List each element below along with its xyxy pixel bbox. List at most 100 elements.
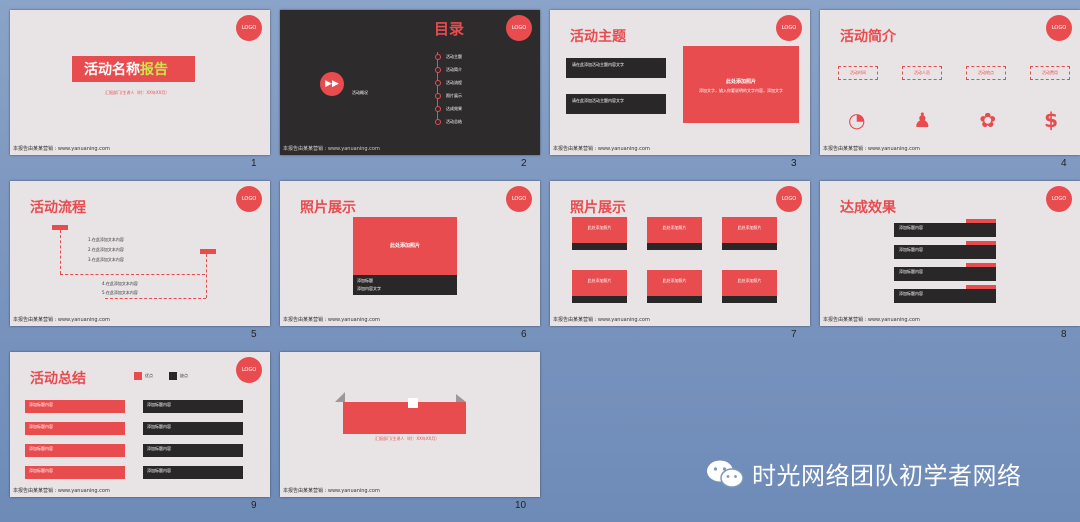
result-bars: 添加标题内容 添加标题内容 添加标题内容 添加标题内容 <box>894 219 996 304</box>
play-icon: ▶▶ <box>320 72 344 96</box>
step-item: 5.在此添加文本内容 <box>102 290 138 295</box>
slide-title: 活动流程 <box>30 200 86 216</box>
slide-number: 10 <box>515 500 527 511</box>
toc-item[interactable]: 活动总结 <box>446 119 462 125</box>
slide-number: 4 <box>1061 158 1067 169</box>
toc-item[interactable]: 活动简介 <box>446 67 462 73</box>
slide-number: 2 <box>521 158 527 169</box>
pro-bar: 添加标题内容 <box>25 444 125 457</box>
person-icon: ♟ <box>913 108 932 132</box>
step-list: 1.在此添加文本内容 2.在此添加文本内容 3.在此添加文本内容 <box>88 235 124 265</box>
toc-item[interactable]: 活动主题 <box>446 54 462 60</box>
result-bar: 添加标题内容 <box>894 223 996 237</box>
photo-card: 此处添加照片 <box>722 217 777 250</box>
bubble: 活动地点 <box>966 66 1006 80</box>
pro-bar: 添加标题内容 <box>25 422 125 435</box>
theme-bar: 请在此添加活动主题内容文字 <box>566 58 666 78</box>
slide-title: 活动主题 <box>570 29 626 45</box>
slide-number: 5 <box>251 329 257 340</box>
flow-line <box>105 298 206 299</box>
title-accent-text: 报告 <box>140 62 168 78</box>
slide-number: 8 <box>1061 329 1067 340</box>
map-icon: ✿ <box>979 108 997 132</box>
logo-badge: LOGO <box>506 15 532 41</box>
slide-title: 活动总结 <box>30 371 86 387</box>
watermark-text: 时光网络团队初学者网络 <box>752 462 1022 490</box>
clock-icon: ◔ <box>848 108 866 132</box>
logo-badge: LOGO <box>236 357 262 383</box>
step-item: 3.在此添加文本内容 <box>88 257 124 262</box>
flow-line <box>60 274 205 275</box>
slide-thumbnail-7[interactable]: LOGO 照片展示 此处添加照片 此处添加照片 此处添加照片 此处添加照片 此处… <box>550 181 810 326</box>
slide-title: 活动简介 <box>840 29 896 45</box>
footer-text: 本报告由某某营销 : www.yanuaning.com <box>13 146 110 152</box>
slide-thumbnail-5[interactable]: LOGO 活动流程 1.在此添加文本内容 2.在此添加文本内容 3.在此添加文本… <box>10 181 270 326</box>
footer-text: 本报告由某某营销 : www.yanuaning.com <box>283 317 380 323</box>
fold-shadow <box>335 392 345 402</box>
step-item: 2.在此添加文本内容 <box>88 247 124 252</box>
slide-title: 活动名称报告 <box>84 59 168 79</box>
footer-text: 本报告由某某营销 : www.yanuaning.com <box>13 488 110 494</box>
toc-item[interactable]: 照片展示 <box>446 93 462 99</box>
legend-item: 优点 <box>145 373 153 378</box>
slide-number: 1 <box>251 158 257 169</box>
slide-thumbnail-2[interactable]: LOGO 目录 ▶▶ 活动概况 活动主题 活动简介 活动流程 照片展示 达成效果… <box>280 10 540 155</box>
cons-column: 添加标题内容 添加标题内容 添加标题内容 添加标题内容 <box>143 400 243 479</box>
result-bar: 添加标题内容 <box>894 289 996 303</box>
logo-badge: LOGO <box>1046 15 1072 41</box>
legend-item: 缺点 <box>180 373 188 378</box>
slide-title: 照片展示 <box>300 200 356 216</box>
result-bar: 添加标题内容 <box>894 245 996 259</box>
photo-placeholder: 此处添加照片 添加文字，输入你要说明的文字内容，添加文字 <box>683 46 799 123</box>
wechat-icon <box>707 460 744 488</box>
footer-text: 本报告由某某营销 : www.yanuaning.com <box>553 146 650 152</box>
bubble: 活动人员 <box>902 66 942 80</box>
slide-thumbnail-6[interactable]: LOGO 照片展示 此处添加照片 添加标题 添加内容文字 本报告由某某营销 : … <box>280 181 540 326</box>
photo-placeholder: 此处添加照片 <box>353 217 457 275</box>
subtitle: 汇报部门/主讲人（时：XX年XX月） <box>105 90 170 95</box>
flow-line <box>60 230 61 274</box>
logo-badge: LOGO <box>776 186 802 212</box>
logo-badge: LOGO <box>776 15 802 41</box>
con-bar: 添加标题内容 <box>143 422 243 435</box>
icon-row: ◔ ♟ ✿ $ <box>848 108 1058 132</box>
pros-column: 添加标题内容 添加标题内容 添加标题内容 添加标题内容 <box>25 400 125 479</box>
slide-number: 6 <box>521 329 527 340</box>
legend: 优点 缺点 <box>134 372 188 380</box>
photo-card: 此处添加照片 <box>572 217 627 250</box>
fold-shadow <box>456 394 466 402</box>
slide-thumbnail-9[interactable]: LOGO 活动总结 优点 缺点 添加标题内容 添加标题内容 添加标题内容 添加标… <box>10 352 270 497</box>
photo-grid: 此处添加照片 此处添加照片 此处添加照片 此处添加照片 此处添加照片 此处添加照… <box>572 217 777 303</box>
flow-line <box>206 254 207 298</box>
end-banner <box>343 402 466 434</box>
logo-badge: LOGO <box>1046 186 1072 212</box>
pro-bar: 添加标题内容 <box>25 466 125 479</box>
slide-thumbnail-10[interactable]: 汇报部门/主讲人（时：XX年XX月） 本报告由某某营销 : www.yanuan… <box>280 352 540 497</box>
banner-mark <box>408 398 418 408</box>
logo-badge: LOGO <box>506 186 532 212</box>
subtitle: 汇报部门/主讲人（时：XX年XX月） <box>375 436 440 441</box>
footer-text: 本报告由某某营销 : www.yanuaning.com <box>13 317 110 323</box>
toc-item[interactable]: 活动流程 <box>446 80 462 86</box>
footer-text: 本报告由某某营销 : www.yanuaning.com <box>823 146 920 152</box>
slide-number: 7 <box>791 329 797 340</box>
toc-item[interactable]: 达成效果 <box>446 106 462 112</box>
footer-text: 本报告由某某营销 : www.yanuaning.com <box>823 317 920 323</box>
slide-thumbnail-4[interactable]: LOGO 活动简介 活动时间 活动人员 活动地点 活动费用 ◔ ♟ ✿ $ 本报… <box>820 10 1080 155</box>
photo-card: 此处添加照片 <box>647 270 702 303</box>
con-bar: 添加标题内容 <box>143 444 243 457</box>
con-bar: 添加标题内容 <box>143 466 243 479</box>
slide-title: 达成效果 <box>840 200 896 216</box>
slide-title: 照片展示 <box>570 200 626 216</box>
bubble-row: 活动时间 活动人员 活动地点 活动费用 <box>838 66 1070 80</box>
step-item: 1.在此添加文本内容 <box>88 237 124 242</box>
caption-bar: 添加标题 添加内容文字 <box>353 275 457 295</box>
footer-text: 本报告由某某营销 : www.yanuaning.com <box>553 317 650 323</box>
pro-bar: 添加标题内容 <box>25 400 125 413</box>
bubble: 活动时间 <box>838 66 878 80</box>
slide-thumbnail-1[interactable]: LOGO 活动名称报告 汇报部门/主讲人（时：XX年XX月） 本报告由某某营销 … <box>10 10 270 155</box>
photo-card: 此处添加照片 <box>647 217 702 250</box>
dollar-icon: $ <box>1044 108 1058 132</box>
slide-thumbnail-8[interactable]: LOGO 达成效果 添加标题内容 添加标题内容 添加标题内容 添加标题内容 本报… <box>820 181 1080 326</box>
slide-thumbnail-3[interactable]: LOGO 活动主题 请在此添加活动主题内容文字 请在此添加活动主题内容文字 此处… <box>550 10 810 155</box>
